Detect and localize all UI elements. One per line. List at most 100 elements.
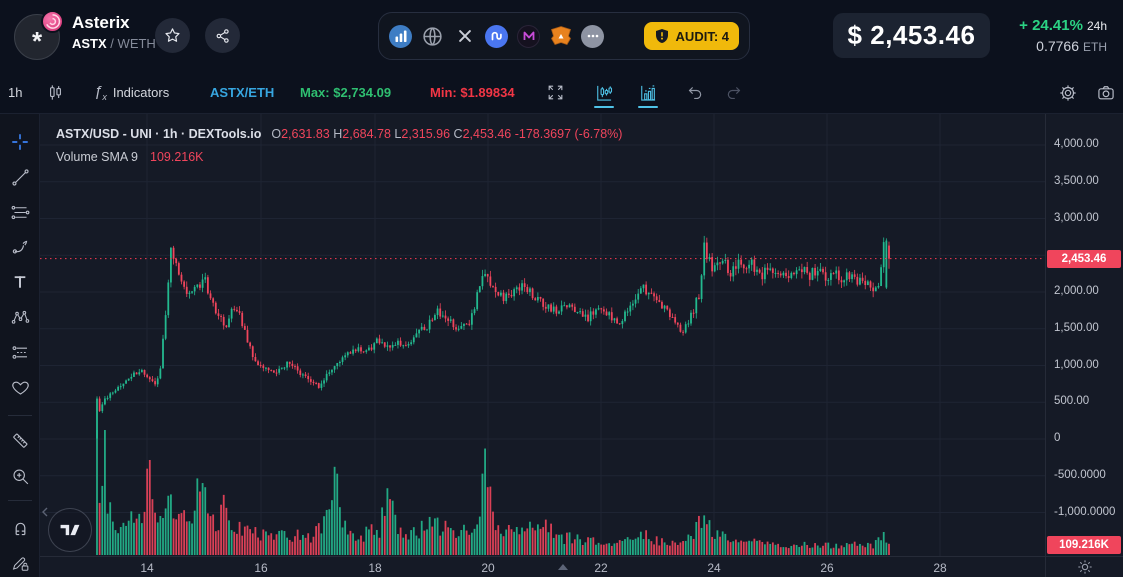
indicators-label: Indicators [113, 85, 169, 100]
tradingview-logo[interactable] [48, 508, 92, 552]
gear-icon [1058, 83, 1078, 103]
time-axis-label: 14 [136, 561, 158, 575]
price-axis[interactable]: 2,453.46 109.216K 4,000.003,500.003,000.… [1045, 114, 1123, 556]
timeframe-button[interactable]: 1h [8, 72, 22, 113]
tool-lock-button[interactable] [6, 548, 34, 576]
legend-volume-label: Volume SMA 9 [56, 150, 138, 164]
tool-pattern-button[interactable] [6, 303, 34, 331]
undo-button[interactable] [686, 72, 705, 113]
tool-fib-button[interactable] [6, 198, 34, 226]
drawing-toolbar [0, 114, 40, 577]
price-eth-value: 0.7766 [1036, 38, 1079, 54]
max-price-label: Max: $2,734.09 [300, 72, 391, 113]
tool-zoom-button[interactable] [6, 462, 34, 490]
sidebar-divider [8, 500, 32, 501]
more-links-icon[interactable] [581, 25, 604, 48]
screenshot-button[interactable] [1096, 72, 1116, 113]
theme-toggle-button[interactable] [1077, 559, 1093, 575]
token-symbol: ASTX [72, 36, 107, 51]
time-axis[interactable]: 1416182022242628 [40, 556, 1045, 577]
sidebar-divider [8, 415, 32, 416]
share-button[interactable] [205, 18, 240, 53]
token-asterisk: * [32, 26, 42, 57]
links-panel: AUDIT: 4 [378, 12, 750, 60]
fx-icon: ƒx [94, 83, 107, 102]
tool-brush-button[interactable] [6, 233, 34, 261]
time-axis-label: 22 [590, 561, 612, 575]
time-axis-label: 20 [477, 561, 499, 575]
crosshair-icon [10, 132, 30, 152]
metamask-icon[interactable] [549, 25, 572, 48]
chart-toolbar: 1h ƒx Indicators ASTX/ETH Max: $2,734.09… [0, 72, 1123, 114]
shield-icon [654, 28, 670, 44]
candlestick-icon [46, 83, 65, 102]
candles-chart-icon [594, 83, 614, 103]
change-24h: + 24.41% [1019, 17, 1083, 34]
legend-open: 2,631.83 [281, 127, 330, 141]
price-axis-label: 1,500.00 [1054, 322, 1099, 334]
chart-legend: ASTX/USD - UNI · 1h · DEXTools.ioO2,631.… [56, 126, 622, 165]
fullscreen-button[interactable] [546, 72, 565, 113]
camera-icon [1096, 83, 1116, 103]
app-header: * Asterix ASTX / WETH [0, 0, 1123, 72]
website-icon[interactable] [421, 25, 444, 48]
pencil-lock-icon [11, 553, 30, 572]
chart-canvas[interactable] [40, 114, 1045, 556]
tool-trendline-button[interactable] [6, 163, 34, 191]
expand-icon [546, 83, 565, 102]
tool-measure-button[interactable] [6, 426, 34, 454]
audit-label: AUDIT: 4 [676, 29, 729, 44]
explorer-icon[interactable] [389, 25, 412, 48]
xabcd-pattern-icon [11, 308, 30, 327]
token-name: Asterix [72, 13, 156, 33]
tool-magnet-button[interactable] [6, 514, 34, 542]
price-axis-label: 2,000.00 [1054, 285, 1099, 297]
time-axis-label: 24 [703, 561, 725, 575]
tool-forecast-button[interactable] [6, 338, 34, 366]
fib-lines-icon [11, 203, 30, 222]
price-usd-value: $ 2,453.46 [848, 20, 976, 51]
change-period-label: 24h [1087, 19, 1107, 33]
price-axis-label: 500.00 [1054, 395, 1089, 407]
trendline-icon [11, 168, 30, 187]
settings-button[interactable] [1058, 72, 1078, 113]
min-price-label: Min: $1.89834 [430, 72, 515, 113]
tool-text-button[interactable] [6, 268, 34, 296]
text-icon [11, 273, 29, 291]
pair-toggle-button[interactable]: ASTX/ETH [210, 72, 274, 113]
legend-volume-value: 109.216K [150, 150, 204, 164]
chart-type-candles-button[interactable] [594, 72, 614, 113]
tool-crosshair-button[interactable] [6, 128, 34, 156]
zoom-in-icon [11, 467, 30, 486]
price-axis-label: 3,000.00 [1054, 212, 1099, 224]
tool-emoji-button[interactable] [6, 373, 34, 401]
x-twitter-icon[interactable] [453, 25, 476, 48]
volume-badge: 109.216K [1047, 536, 1121, 554]
price-axis-label: 4,000.00 [1054, 138, 1099, 150]
price-axis-label: -500.0000 [1054, 469, 1106, 481]
sun-icon [1077, 559, 1093, 575]
token-names: Asterix ASTX / WETH [72, 13, 156, 53]
current-price-badge: 2,453.46 [1047, 250, 1121, 268]
token-logo: * [14, 12, 64, 60]
price-axis-label: 1,000.00 [1054, 359, 1099, 371]
candle-style-button[interactable] [46, 72, 65, 113]
indicators-button[interactable]: ƒx Indicators [94, 72, 169, 113]
price-axis-label: -1,000.0000 [1054, 506, 1115, 518]
legend-row-price: ASTX/USD - UNI · 1h · DEXTools.ioO2,631.… [56, 126, 622, 142]
quote-symbol: WETH [118, 36, 156, 51]
m-logo-icon[interactable] [517, 25, 540, 48]
scroll-left-icon[interactable] [41, 506, 49, 518]
time-axis-label: 26 [816, 561, 838, 575]
chart-type-volume-button[interactable] [638, 72, 658, 113]
chart-pane: ASTX/USD - UNI · 1h · DEXTools.ioO2,631.… [40, 114, 1045, 556]
tradingview-icon [58, 520, 82, 540]
redo-button[interactable] [724, 72, 743, 113]
dextools-app: * Asterix ASTX / WETH [0, 0, 1123, 577]
coinmarketcap-icon[interactable] [485, 25, 508, 48]
favorite-button[interactable] [155, 18, 190, 53]
audit-badge[interactable]: AUDIT: 4 [644, 22, 739, 50]
time-axis-label: 18 [364, 561, 386, 575]
price-axis-label: 0 [1054, 432, 1060, 444]
legend-title: ASTX/USD - UNI · 1h · DEXTools.io [56, 127, 261, 141]
